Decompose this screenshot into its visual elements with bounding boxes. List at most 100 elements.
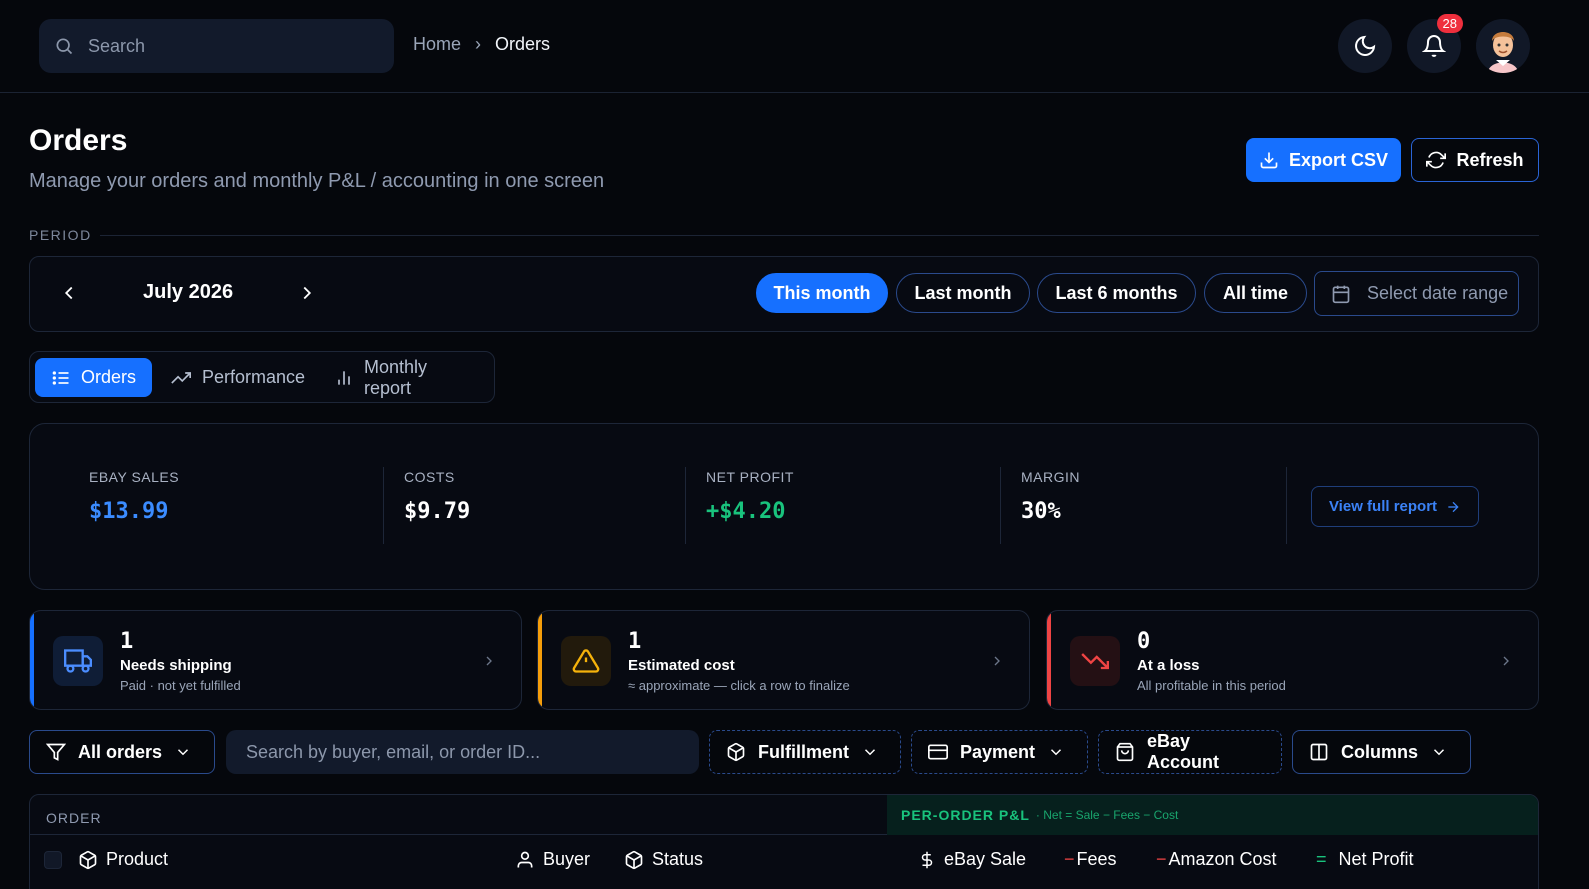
kpi-label: COSTS [404, 469, 455, 485]
kpi-ebay-sales: EBAY SALES $13.99 [89, 469, 179, 524]
breadcrumb-home[interactable]: Home [413, 34, 461, 55]
columns-label: Columns [1341, 741, 1419, 762]
all-orders-filter[interactable]: All orders [29, 730, 215, 774]
trending-down-icon [1070, 636, 1120, 686]
period-pill-last-6-months[interactable]: Last 6 months [1037, 273, 1196, 313]
kpi-label: EBAY SALES [89, 469, 180, 485]
bar-chart-icon [334, 368, 354, 388]
user-avatar[interactable] [1476, 19, 1530, 73]
download-icon [1259, 150, 1279, 170]
page-title: Orders [29, 124, 128, 157]
breadcrumb-current: Orders [495, 34, 551, 54]
stat-title: Needs shipping [120, 657, 232, 674]
stat-subtitle: Paid · not yet fulfilled [120, 678, 241, 693]
arrow-right-icon [1445, 499, 1461, 515]
payment-filter[interactable]: Payment [911, 730, 1088, 774]
list-icon [51, 368, 71, 388]
bell-icon [1422, 34, 1446, 58]
search-icon [54, 36, 74, 56]
kpi-costs: COSTS $9.79 [404, 469, 470, 524]
kpi-value: $13.99 [89, 499, 169, 524]
kpi-value: $9.79 [404, 499, 471, 524]
column-header-ebay-sale[interactable]: eBay Sale [918, 849, 1026, 870]
stat-card-at-a-loss[interactable]: 0 At a loss All profitable in this perio… [1046, 610, 1539, 710]
stat-accent-bar [30, 611, 34, 709]
minus-sign: − [1064, 849, 1075, 869]
chevron-right-icon [296, 282, 318, 304]
warning-icon [561, 636, 611, 686]
view-tabs: Orders Performance Monthly report [29, 351, 495, 403]
column-label: Product [106, 849, 169, 869]
orders-search-input[interactable]: Search by buyer, email, or order ID... [226, 730, 699, 774]
stat-count: 1 [120, 629, 134, 654]
breadcrumb-separator: › [475, 34, 482, 54]
package-icon [726, 742, 746, 762]
orders-table: ORDER PER-ORDER P&L · Net = Sale − Fees … [29, 794, 1539, 889]
tab-performance[interactable]: Performance [154, 358, 321, 397]
period-section-label: PERIOD [29, 227, 92, 243]
export-csv-button[interactable]: Export CSV [1246, 138, 1401, 182]
trending-up-icon [170, 368, 192, 388]
tab-monthly-report[interactable]: Monthly report [318, 356, 494, 398]
period-divider [100, 235, 1539, 236]
minus-sign: − [1156, 849, 1167, 869]
chevron-down-icon [174, 743, 192, 761]
kpi-value: +$4.20 [706, 499, 786, 524]
stat-subtitle: ≈ approximate — click a row to finalize [628, 678, 850, 693]
view-full-report-button[interactable]: View full report [1311, 486, 1479, 527]
calendar-icon [1331, 284, 1351, 304]
column-header-net-profit[interactable]: = Net Profit [1316, 849, 1414, 870]
column-label: Net Profit [1338, 849, 1414, 869]
refresh-icon [1426, 150, 1447, 170]
stat-card-estimated-cost[interactable]: 1 Estimated cost ≈ approximate — click a… [537, 610, 1030, 710]
period-pill-last-month[interactable]: Last month [896, 273, 1030, 313]
column-header-product[interactable]: Product [78, 849, 168, 870]
kpi-net-profit: NET PROFIT +$4.20 [706, 469, 794, 524]
column-header-amazon-cost[interactable]: − Amazon Cost [1156, 849, 1277, 870]
columns-icon [1309, 742, 1329, 762]
ebay-account-filter[interactable]: eBay Account [1098, 730, 1282, 774]
previous-month-button[interactable] [58, 282, 80, 304]
breadcrumb: Home › Orders [413, 34, 550, 55]
kpi-divider [383, 467, 384, 544]
search-placeholder: Search [88, 35, 146, 56]
tab-performance-label: Performance [202, 367, 306, 387]
stat-subtitle: All profitable in this period [1137, 678, 1286, 693]
group-header-pnl: PER-ORDER P&L · Net = Sale − Fees − Cost [887, 795, 1538, 835]
global-search-input[interactable]: Search [39, 19, 394, 73]
tab-orders[interactable]: Orders [35, 358, 153, 397]
select-all-checkbox[interactable] [44, 851, 62, 869]
page-subtitle: Manage your orders and monthly P&L / acc… [29, 170, 605, 192]
stat-accent-bar [1047, 611, 1051, 709]
stat-title: At a loss [1137, 657, 1200, 674]
columns-button[interactable]: Columns [1292, 730, 1471, 774]
column-label: Amazon Cost [1168, 849, 1277, 869]
stat-accent-bar [538, 611, 542, 709]
period-pill-this-month[interactable]: This month [756, 273, 888, 313]
kpi-divider [1000, 467, 1001, 544]
column-header-status[interactable]: Status [624, 849, 703, 870]
payment-label: Payment [960, 741, 1036, 762]
chevron-down-icon [861, 743, 879, 761]
kpi-divider [685, 467, 686, 544]
refresh-button[interactable]: Refresh [1411, 138, 1539, 182]
next-month-button[interactable] [296, 282, 318, 304]
theme-toggle-button[interactable] [1338, 19, 1392, 73]
notifications-button[interactable]: 28 [1407, 14, 1463, 73]
package-icon [78, 850, 98, 870]
stat-count: 0 [1137, 629, 1151, 654]
kpi-divider [1286, 467, 1287, 544]
tab-monthly-report-label: Monthly report [364, 356, 428, 398]
period-pill-all-time[interactable]: All time [1204, 273, 1307, 313]
column-header-buyer[interactable]: Buyer [515, 849, 590, 870]
kpi-label: NET PROFIT [706, 469, 794, 485]
chevron-right-icon [481, 653, 497, 669]
chevron-right-icon [989, 653, 1005, 669]
fulfillment-filter[interactable]: Fulfillment [709, 730, 901, 774]
stat-title: Estimated cost [628, 657, 735, 674]
date-range-picker[interactable]: Select date range [1314, 271, 1519, 316]
stat-card-needs-shipping[interactable]: 1 Needs shipping Paid · not yet fulfille… [29, 610, 522, 710]
orders-search-placeholder: Search by buyer, email, or order ID... [246, 741, 541, 762]
column-header-fees[interactable]: − Fees [1064, 849, 1117, 870]
kpi-margin: MARGIN 30% [1021, 469, 1080, 524]
